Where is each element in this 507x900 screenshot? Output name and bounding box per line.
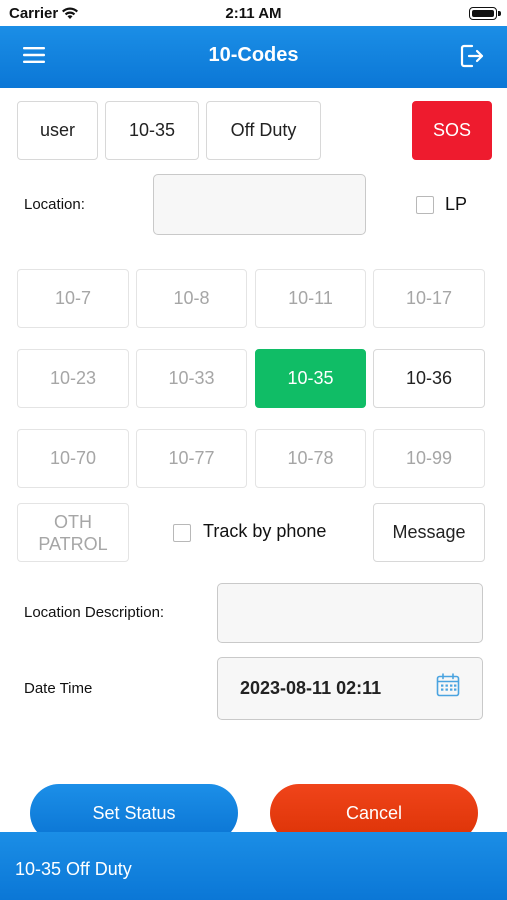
code-button-10-35-selected[interactable]: 10-35 bbox=[255, 349, 366, 408]
code-button-10-70[interactable]: 10-70 bbox=[17, 429, 129, 488]
code-button-10-8[interactable]: 10-8 bbox=[136, 269, 247, 328]
code-button-10-7[interactable]: 10-7 bbox=[17, 269, 129, 328]
track-by-phone-checkbox[interactable] bbox=[173, 524, 191, 542]
current-status-text: 10-35 Off Duty bbox=[15, 859, 132, 879]
oth-patrol-line2: PATROL bbox=[38, 533, 108, 554]
location-label: Location: bbox=[24, 196, 85, 213]
code-button-10-99[interactable]: 10-99 bbox=[373, 429, 485, 488]
code-button-10-36[interactable]: 10-36 bbox=[373, 349, 485, 408]
user-button[interactable]: user bbox=[17, 101, 98, 160]
battery-tip bbox=[498, 11, 501, 16]
track-by-phone-label: Track by phone bbox=[203, 521, 327, 541]
code-button-10-78[interactable]: 10-78 bbox=[255, 429, 366, 488]
code-button-10-17[interactable]: 10-17 bbox=[373, 269, 485, 328]
page-title: 10-Codes bbox=[208, 44, 299, 66]
code-button-10-23[interactable]: 10-23 bbox=[17, 349, 129, 408]
location-input[interactable] bbox=[153, 174, 366, 235]
duty-status-button[interactable]: Off Duty bbox=[206, 101, 321, 160]
code-button-10-77[interactable]: 10-77 bbox=[136, 429, 247, 488]
oth-patrol-line1: OTH bbox=[54, 511, 92, 532]
code-button-10-33[interactable]: 10-33 bbox=[136, 349, 247, 408]
date-time-label: Date Time bbox=[24, 680, 93, 697]
oth-patrol-button[interactable]: OTH PATROL bbox=[17, 503, 129, 562]
logout-icon[interactable] bbox=[459, 43, 485, 69]
battery-icon bbox=[469, 7, 497, 20]
location-description-label: Location Description: bbox=[24, 604, 165, 621]
lp-label: LP bbox=[445, 194, 468, 214]
lp-checkbox[interactable] bbox=[416, 196, 434, 214]
date-time-value: 2023-08-11 02:11 bbox=[240, 678, 382, 698]
message-button[interactable]: Message bbox=[373, 503, 485, 562]
location-description-input[interactable] bbox=[217, 583, 483, 643]
code-button-10-11[interactable]: 10-11 bbox=[255, 269, 366, 328]
current-code-button[interactable]: 10-35 bbox=[105, 101, 199, 160]
sos-button[interactable]: SOS bbox=[412, 101, 492, 160]
calendar-icon[interactable] bbox=[435, 672, 461, 698]
clock: 2:11 AM bbox=[225, 5, 282, 22]
